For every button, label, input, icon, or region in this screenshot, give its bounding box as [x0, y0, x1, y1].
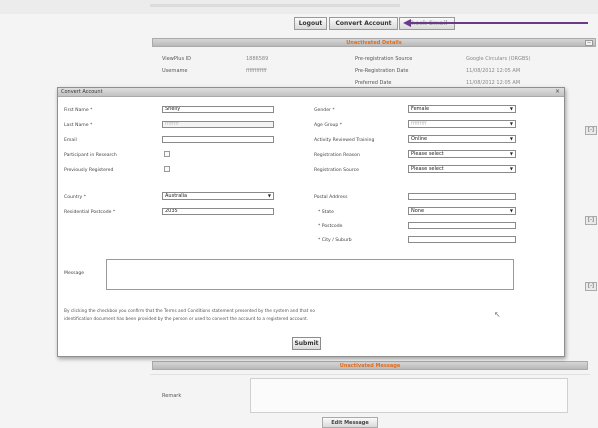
gender-value: Female — [411, 106, 430, 112]
registration-source-value: Please select — [411, 166, 444, 172]
registration-source-label: Registration Source — [314, 168, 359, 173]
dialog-titlebar[interactable]: Convert Account × — [58, 88, 564, 97]
state-select[interactable]: None ▼ — [408, 207, 516, 215]
unactivated-details-header[interactable]: Unactivated Details − — [152, 38, 596, 47]
last-name-field[interactable]: ffffffff — [162, 121, 274, 128]
top-header-bar — [0, 0, 598, 14]
chevron-down-icon: ▼ — [509, 166, 513, 171]
postcode-field[interactable]: 2035 — [162, 208, 274, 215]
info-label: Username — [162, 68, 188, 74]
annotation-arrow-line — [410, 22, 588, 24]
divider — [150, 374, 590, 375]
info-value: 1886589 — [246, 56, 269, 62]
info-value: 11/08/2012 12:05 AM — [466, 80, 521, 86]
convert-account-button[interactable]: Convert Account — [329, 17, 398, 30]
collapse-icon[interactable]: − — [585, 40, 593, 46]
remark-box[interactable] — [250, 378, 568, 413]
previously-registered-checkbox[interactable] — [164, 166, 170, 172]
message-label: Message — [64, 271, 85, 276]
terms-line-1: By clicking the checkbox you confirm tha… — [64, 309, 316, 314]
chevron-down-icon: ▼ — [509, 208, 513, 213]
postal-address-label: Postal Address — [314, 195, 348, 200]
email-field[interactable] — [162, 136, 274, 143]
gender-label: Gender * — [314, 108, 335, 113]
city-field[interactable] — [408, 236, 516, 243]
dialog-title: Convert Account — [61, 89, 103, 95]
state-label: * State — [318, 210, 334, 215]
activity-label: Activity Reviewed Training — [314, 138, 375, 143]
side-collapse-button[interactable]: [-] — [585, 282, 597, 291]
terms-line-2: identification document has been provide… — [64, 317, 309, 322]
last-name-label: Last Name * — [64, 123, 93, 128]
activity-select[interactable]: Online ▼ — [408, 135, 516, 143]
country-label: Country * — [64, 195, 87, 200]
side-collapse-button[interactable]: [-] — [585, 216, 597, 225]
right-postcode-field[interactable] — [408, 222, 516, 229]
side-collapse-button[interactable]: [-] — [585, 126, 597, 135]
gender-select[interactable]: Female ▼ — [408, 105, 516, 113]
postcode-label: Residential Postcode * — [64, 210, 116, 215]
activity-value: Online — [411, 136, 428, 142]
info-label: Preferred Date — [355, 80, 392, 86]
header-placeholder-strip — [150, 4, 400, 7]
age-group-value: fffffffff — [411, 121, 427, 127]
close-icon[interactable]: × — [554, 88, 561, 95]
message-textarea[interactable] — [106, 259, 514, 290]
right-postcode-label: * Postcode — [318, 224, 343, 229]
country-value: Australia — [165, 193, 188, 199]
info-label: Pre-registration Source — [355, 56, 413, 62]
previously-registered-label: Previously Registered — [64, 168, 114, 173]
info-label: Pre-Registration Date — [355, 68, 409, 74]
registration-reason-label: Registration Reason — [314, 153, 360, 158]
section-title: Unactivated Message — [339, 363, 401, 369]
info-value: Google Circulars (ORGBS) — [466, 56, 531, 62]
convert-account-dialog: Convert Account × First Name * Shelly La… — [57, 87, 565, 357]
logout-button[interactable]: Logout — [294, 17, 327, 30]
participant-checkbox[interactable] — [164, 151, 170, 157]
annotation-arrow-icon — [403, 18, 411, 27]
first-name-field[interactable]: Shelly — [162, 106, 274, 113]
age-group-select[interactable]: fffffffff ▼ — [408, 120, 516, 128]
participant-label: Participant in Research — [64, 153, 117, 158]
registration-source-select[interactable]: Please select ▼ — [408, 165, 516, 173]
city-label: * City / Suburb — [318, 238, 352, 243]
page-root: Logout Convert Account Check Email Unact… — [0, 0, 598, 428]
edit-message-button[interactable]: Edit Message — [322, 417, 378, 428]
chevron-down-icon: ▼ — [509, 106, 513, 111]
chevron-down-icon: ▼ — [267, 193, 271, 198]
info-value: ffffffffffff — [246, 68, 267, 74]
chevron-down-icon: ▼ — [509, 136, 513, 141]
remark-label: Remark — [162, 393, 182, 399]
registration-reason-value: Please select — [411, 151, 444, 157]
chevron-down-icon: ▼ — [509, 121, 513, 126]
info-value: 11/08/2012 12:05 AM — [466, 68, 521, 74]
section-title: Unactivated Details — [346, 40, 402, 46]
mouse-cursor-icon: ↖ — [494, 310, 501, 319]
email-label: Email — [64, 138, 77, 143]
chevron-down-icon: ▼ — [509, 151, 513, 156]
unactivated-message-header[interactable]: Unactivated Message — [152, 361, 588, 370]
age-group-label: Age Group * — [314, 123, 343, 128]
info-label: ViewPlus ID — [162, 56, 191, 62]
submit-button[interactable]: Submit — [292, 337, 321, 350]
state-value: None — [411, 208, 425, 214]
postal-address-field[interactable] — [408, 193, 516, 200]
first-name-label: First Name * — [64, 108, 93, 113]
registration-reason-select[interactable]: Please select ▼ — [408, 150, 516, 158]
country-select[interactable]: Australia ▼ — [162, 192, 274, 200]
